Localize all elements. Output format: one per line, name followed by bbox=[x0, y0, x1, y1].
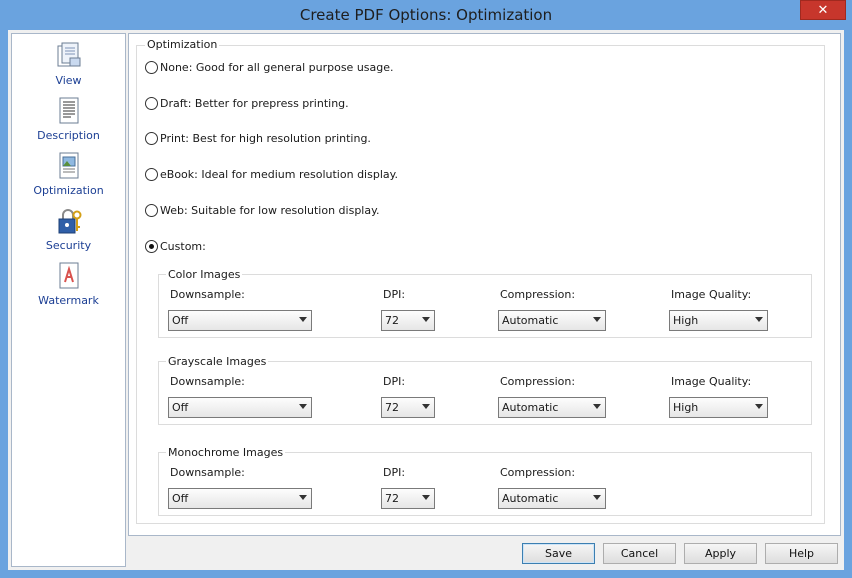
select-value: Off bbox=[172, 492, 189, 505]
radio-button[interactable] bbox=[145, 60, 158, 74]
close-button[interactable]: ✕ bbox=[800, 0, 846, 20]
color-compression-label: Compression: bbox=[500, 288, 576, 301]
sidebar-item-optimization[interactable]: Optimization bbox=[12, 148, 125, 200]
select-value: High bbox=[673, 314, 699, 327]
watermark-page-icon bbox=[59, 262, 79, 289]
select-value: High bbox=[673, 401, 699, 414]
radio-custom[interactable]: Custom: bbox=[145, 238, 206, 254]
sidebar-item-security[interactable]: Security bbox=[12, 203, 125, 255]
sidebar-item-watermark[interactable]: Watermark bbox=[12, 258, 125, 310]
monochrome-compression-label: Compression: bbox=[500, 466, 576, 479]
window-title: Create PDF Options: Optimization bbox=[299, 6, 553, 24]
select-value: Off bbox=[172, 314, 189, 327]
radio-draft[interactable]: Draft: Better for prepress printing. bbox=[145, 95, 349, 111]
apply-button[interactable]: Apply bbox=[684, 543, 757, 564]
sidebar-item-view[interactable]: View bbox=[12, 38, 125, 90]
chevron-down-icon bbox=[755, 317, 763, 322]
radio-label: Web: Suitable for low resolution display… bbox=[160, 203, 380, 217]
color-downsample-label: Downsample: bbox=[170, 288, 245, 301]
monochrome-images-title: Monochrome Images bbox=[166, 446, 286, 459]
grayscale-dpi-label: DPI: bbox=[383, 375, 406, 388]
select-value: Automatic bbox=[502, 401, 559, 414]
radio-print[interactable]: Print: Best for high resolution printing… bbox=[145, 130, 371, 146]
color-images-title: Color Images bbox=[166, 268, 243, 281]
chevron-down-icon bbox=[422, 495, 430, 500]
radio-label: Draft: Better for prepress printing. bbox=[160, 96, 349, 110]
page-view-icon bbox=[57, 42, 81, 67]
grayscale-downsample-select[interactable]: Off bbox=[168, 397, 312, 418]
grayscale-compression-select[interactable]: Automatic bbox=[498, 397, 606, 418]
radio-button[interactable] bbox=[145, 203, 158, 217]
chevron-down-icon bbox=[422, 317, 430, 322]
title-bar[interactable]: Create PDF Options: Optimization ✕ bbox=[0, 0, 852, 30]
grayscale-compression-label: Compression: bbox=[500, 375, 576, 388]
color-compression-select[interactable]: Automatic bbox=[498, 310, 606, 331]
sidebar-item-label: Optimization bbox=[33, 184, 104, 197]
chevron-down-icon bbox=[593, 404, 601, 409]
sidebar-item-description[interactable]: Description bbox=[12, 93, 125, 145]
color-dpi-select[interactable]: 72 bbox=[381, 310, 435, 331]
dialog-client-area: View Description Optimization Security W… bbox=[8, 30, 844, 570]
radio-button[interactable] bbox=[145, 239, 158, 253]
dialog-window: Create PDF Options: Optimization ✕ View bbox=[0, 0, 852, 578]
radio-label: Custom: bbox=[160, 239, 206, 253]
chevron-down-icon bbox=[299, 404, 307, 409]
select-value: Automatic bbox=[502, 314, 559, 327]
grayscale-dpi-select[interactable]: 72 bbox=[381, 397, 435, 418]
sidebar-item-label: Description bbox=[37, 129, 100, 142]
monochrome-downsample-label: Downsample: bbox=[170, 466, 245, 479]
monochrome-dpi-label: DPI: bbox=[383, 466, 406, 479]
radio-button[interactable] bbox=[145, 131, 158, 145]
radio-label: eBook: Ideal for medium resolution displ… bbox=[160, 167, 399, 181]
monochrome-compression-select[interactable]: Automatic bbox=[498, 488, 606, 509]
chevron-down-icon bbox=[593, 495, 601, 500]
sidebar: View Description Optimization Security W… bbox=[11, 33, 126, 567]
radio-none[interactable]: None: Good for all general purpose usage… bbox=[145, 59, 394, 75]
color-quality-select[interactable]: High bbox=[669, 310, 768, 331]
color-dpi-label: DPI: bbox=[383, 288, 406, 301]
color-quality-label: Image Quality: bbox=[671, 288, 752, 301]
monochrome-downsample-select[interactable]: Off bbox=[168, 488, 312, 509]
radio-web[interactable]: Web: Suitable for low resolution display… bbox=[145, 202, 380, 218]
cancel-button[interactable]: Cancel bbox=[603, 543, 676, 564]
options-panel: Optimization None: Good for all general … bbox=[128, 33, 841, 536]
radio-ebook[interactable]: eBook: Ideal for medium resolution displ… bbox=[145, 166, 398, 182]
grayscale-downsample-label: Downsample: bbox=[170, 375, 245, 388]
optimization-group-title: Optimization bbox=[145, 38, 220, 51]
select-value: 72 bbox=[385, 314, 399, 327]
chevron-down-icon bbox=[299, 495, 307, 500]
chevron-down-icon bbox=[755, 404, 763, 409]
select-value: 72 bbox=[385, 401, 399, 414]
lock-key-icon bbox=[58, 209, 82, 234]
image-document-icon bbox=[59, 152, 79, 179]
select-value: 72 bbox=[385, 492, 399, 505]
select-value: Off bbox=[172, 401, 189, 414]
chevron-down-icon bbox=[422, 404, 430, 409]
document-description-icon bbox=[59, 97, 79, 124]
monochrome-dpi-select[interactable]: 72 bbox=[381, 488, 435, 509]
grayscale-quality-select[interactable]: High bbox=[669, 397, 768, 418]
chevron-down-icon bbox=[299, 317, 307, 322]
radio-label: None: Good for all general purpose usage… bbox=[160, 60, 394, 74]
radio-label: Print: Best for high resolution printing… bbox=[160, 131, 371, 145]
help-button[interactable]: Help bbox=[765, 543, 838, 564]
select-value: Automatic bbox=[502, 492, 559, 505]
grayscale-quality-label: Image Quality: bbox=[671, 375, 752, 388]
chevron-down-icon bbox=[593, 317, 601, 322]
radio-button[interactable] bbox=[145, 96, 158, 110]
color-downsample-select[interactable]: Off bbox=[168, 310, 312, 331]
radio-button[interactable] bbox=[145, 167, 158, 181]
save-button[interactable]: Save bbox=[522, 543, 595, 564]
sidebar-item-label: Watermark bbox=[38, 294, 99, 307]
sidebar-item-label: View bbox=[55, 74, 82, 87]
grayscale-images-title: Grayscale Images bbox=[166, 355, 269, 368]
sidebar-item-label: Security bbox=[45, 239, 92, 252]
